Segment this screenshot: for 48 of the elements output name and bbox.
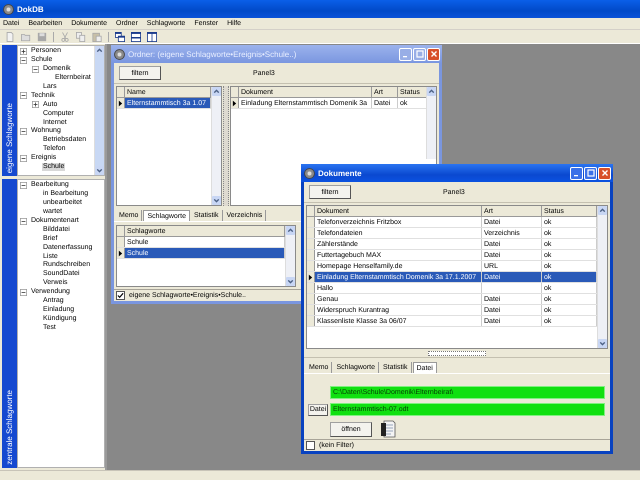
scrollbar[interactable]: [94, 46, 104, 175]
expander-icon[interactable]: [20, 92, 27, 100]
checkbox[interactable]: [116, 291, 125, 300]
sidebar-tab[interactable]: eigene Schlagworte: [2, 45, 17, 176]
expander-icon[interactable]: [20, 288, 27, 296]
scroll-down-icon[interactable]: [286, 277, 295, 286]
scrollbar[interactable]: [597, 206, 607, 348]
scroll-down-icon[interactable]: [212, 196, 221, 205]
expander-icon[interactable]: [20, 182, 27, 189]
scroll-down-icon[interactable]: [598, 339, 607, 348]
scroll-up-icon[interactable]: [286, 226, 295, 235]
app-icon: [114, 48, 125, 60]
sidebar-tab[interactable]: zentrale Schlagworte: [2, 179, 17, 468]
window-title: Ordner: (eigene Schlagworte•Ereignis•Schule..): [128, 50, 298, 58]
app-icon: [3, 4, 14, 14]
scroll-up-icon[interactable]: [95, 46, 104, 55]
close-button[interactable]: [598, 166, 611, 180]
app-title: DokDB: [17, 4, 44, 14]
close-icon: [600, 169, 608, 177]
tile-horizontal-icon[interactable]: [131, 32, 141, 42]
checkbox[interactable]: [306, 441, 315, 450]
expander-icon[interactable]: [20, 218, 27, 224]
app-icon: [304, 168, 315, 178]
close-button[interactable]: [427, 48, 440, 60]
window-title: Dokumente: [318, 168, 363, 178]
tile-vertical-icon[interactable]: [147, 32, 157, 42]
close-icon: [430, 50, 438, 58]
expander-icon[interactable]: [20, 48, 27, 55]
scroll-up-icon[interactable]: [427, 87, 436, 96]
minimize-button[interactable]: [570, 166, 583, 180]
maximize-button[interactable]: [584, 166, 597, 180]
scroll-up-icon[interactable]: [598, 206, 607, 215]
maximize-icon: [586, 169, 594, 177]
expander-icon[interactable]: [20, 128, 27, 135]
scrollbar[interactable]: [285, 226, 295, 286]
expander-icon[interactable]: [20, 56, 27, 64]
scroll-down-icon[interactable]: [95, 166, 104, 175]
expander-icon[interactable]: [20, 154, 27, 162]
expander-icon[interactable]: [32, 101, 39, 108]
scrollbar[interactable]: [211, 87, 221, 205]
scrollbar[interactable]: [426, 87, 436, 159]
cascade-icon[interactable]: [115, 32, 125, 42]
document-icon: [380, 420, 396, 438]
splitter[interactable]: [223, 86, 229, 206]
scroll-up-icon[interactable]: [212, 87, 221, 96]
splitter[interactable]: [428, 350, 486, 356]
maximize-icon: [416, 50, 424, 58]
expander-icon[interactable]: [32, 66, 39, 73]
